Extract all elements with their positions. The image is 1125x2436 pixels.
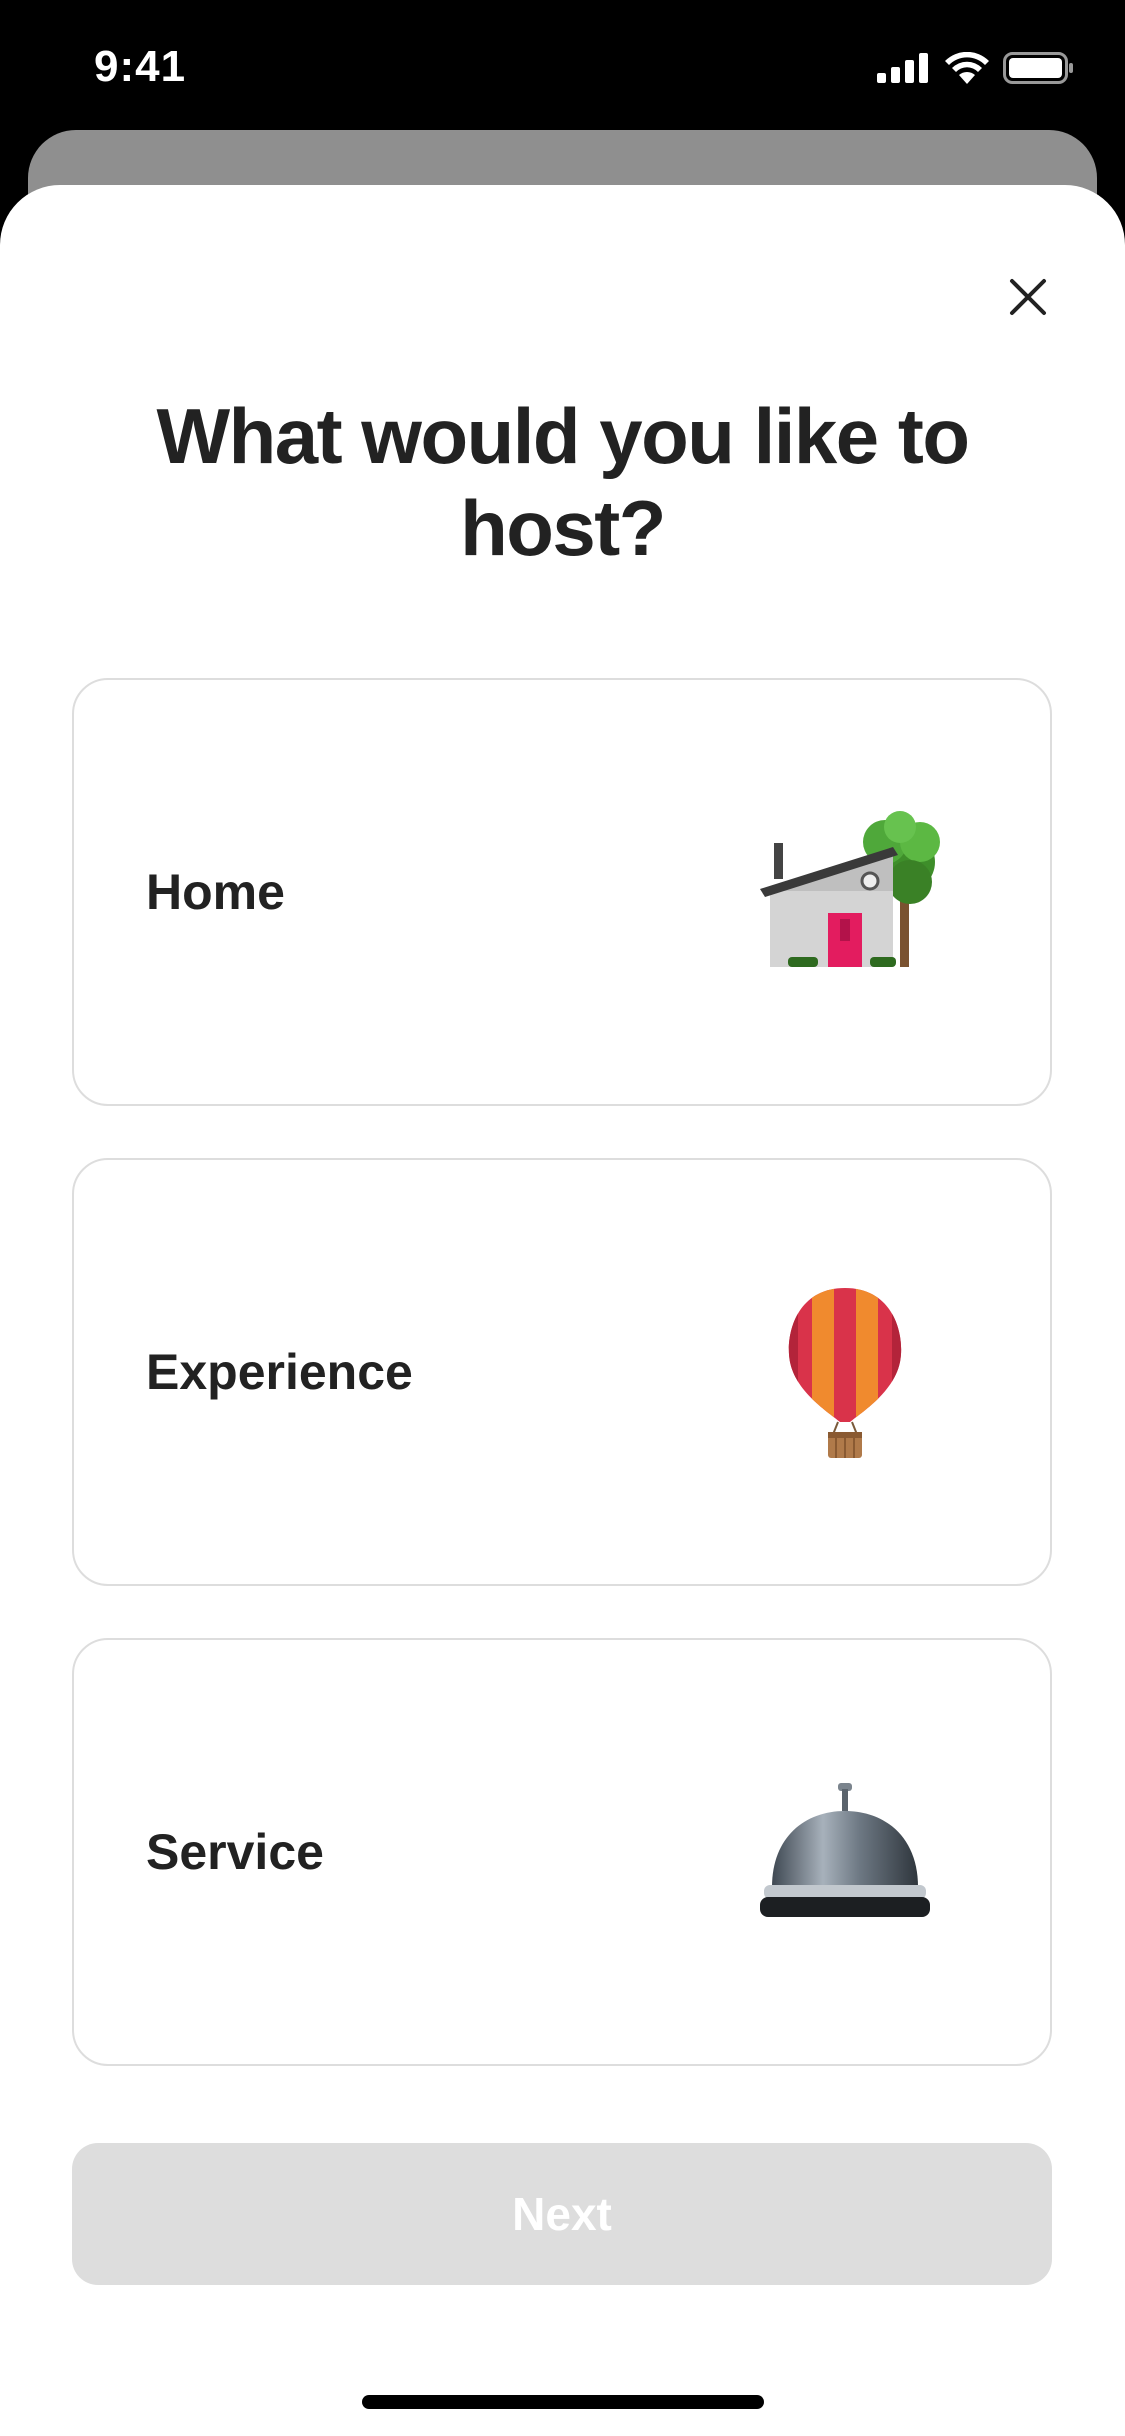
- option-card-home[interactable]: Home: [72, 678, 1052, 1106]
- status-bar: 9:41: [0, 0, 1125, 135]
- next-button[interactable]: Next: [72, 2143, 1052, 2285]
- status-icons: [877, 52, 1075, 84]
- service-bell-icon: [760, 1783, 930, 1917]
- option-label-experience: Experience: [146, 1344, 413, 1400]
- battery-icon: [1003, 52, 1073, 84]
- close-icon: [1010, 279, 1046, 315]
- option-label-home: Home: [146, 864, 285, 920]
- hot-air-balloon-icon: [788, 1288, 902, 1458]
- host-type-sheet: What would you like to host? Home Experi…: [0, 185, 1125, 2436]
- home-indicator: [362, 2395, 764, 2409]
- status-time: 9:41: [94, 42, 187, 91]
- wifi-icon: [945, 52, 989, 84]
- option-card-experience[interactable]: Experience: [72, 1158, 1052, 1586]
- close-button[interactable]: [990, 259, 1066, 335]
- cellular-signal-icon: [877, 53, 928, 83]
- option-label-service: Service: [146, 1824, 324, 1880]
- option-card-service[interactable]: Service: [72, 1638, 1052, 2066]
- house-icon: [760, 811, 940, 967]
- sheet-title: What would you like to host?: [156, 392, 970, 572]
